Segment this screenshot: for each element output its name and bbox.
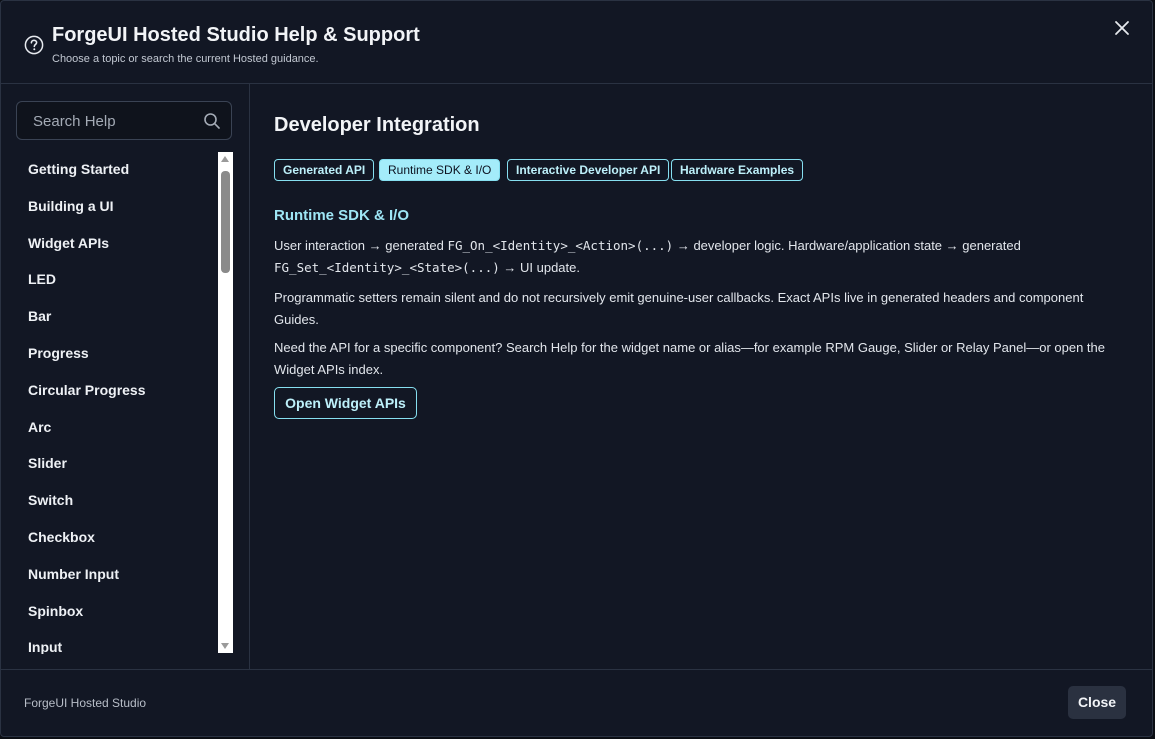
help-content: Developer Integration Generated API Runt… [250, 84, 1152, 669]
sidebar-item-circular-progress[interactable]: Circular Progress [28, 382, 146, 398]
dialog-subtitle: Choose a topic or search the current Hos… [52, 53, 319, 65]
paragraph-search-hint: Need the API for a specific component? S… [274, 340, 1105, 377]
sidebar-item-checkbox[interactable]: Checkbox [28, 529, 95, 545]
sidebar-item-led[interactable]: LED [28, 271, 56, 287]
open-widget-apis-button[interactable]: Open Widget APIs [274, 387, 417, 419]
dialog-header: ForgeUI Hosted Studio Help & Support Cho… [1, 1, 1152, 84]
help-dialog: ForgeUI Hosted Studio Help & Support Cho… [0, 0, 1153, 737]
topic-list: Getting Started Building a UI Widget API… [1, 151, 218, 654]
topic-list-scrollbar[interactable] [218, 152, 233, 653]
tab-generated-api[interactable]: Generated API [274, 159, 375, 181]
tab-runtime-sdk-io[interactable]: Runtime SDK & I/O [379, 159, 501, 181]
sidebar-item-spinbox[interactable]: Spinbox [28, 603, 83, 619]
sidebar-item-arc[interactable]: Arc [28, 419, 51, 435]
dialog-footer: ForgeUI Hosted Studio Close [1, 669, 1152, 738]
sidebar-item-number-input[interactable]: Number Input [28, 566, 119, 582]
close-button[interactable]: Close [1068, 686, 1126, 719]
paragraph-setters: Programmatic setters remain silent and d… [274, 290, 1084, 327]
sidebar-item-input[interactable]: Input [28, 639, 62, 654]
sidebar-item-progress[interactable]: Progress [28, 345, 89, 361]
sidebar-item-building-a-ui[interactable]: Building a UI [28, 198, 114, 214]
search-input[interactable] [17, 102, 215, 141]
sidebar-item-switch[interactable]: Switch [28, 492, 73, 508]
footer-label: ForgeUI Hosted Studio [24, 696, 147, 710]
search-box [16, 101, 232, 141]
text: User interaction → generated [274, 238, 448, 253]
code-callback: FG_On_<Identity>_<Action>(...) [447, 238, 674, 253]
scroll-up-arrow-icon[interactable] [221, 156, 229, 162]
paragraph-interaction-flow: User interaction → generated FG_On_<Iden… [274, 235, 1114, 279]
tab-interactive-developer-api[interactable]: Interactive Developer API [507, 159, 670, 181]
sidebar-item-getting-started[interactable]: Getting Started [28, 161, 129, 177]
text: → UI update. [499, 260, 580, 275]
page-title: Developer Integration [274, 114, 480, 136]
code-setter: FG_Set_<Identity>_<State>(...) [274, 260, 500, 275]
help-circle-icon [24, 35, 44, 55]
scroll-thumb[interactable] [221, 171, 230, 273]
help-sidebar: Getting Started Building a UI Widget API… [1, 84, 250, 669]
dialog-title: ForgeUI Hosted Studio Help & Support [52, 24, 420, 46]
tab-hardware-examples[interactable]: Hardware Examples [671, 159, 804, 181]
section-heading: Runtime SDK & I/O [274, 207, 410, 224]
search-icon[interactable] [203, 112, 221, 130]
scroll-down-arrow-icon[interactable] [221, 643, 229, 649]
sidebar-item-slider[interactable]: Slider [28, 455, 67, 471]
close-icon[interactable] [1112, 18, 1132, 38]
text: → developer logic. Hardware/application … [673, 238, 1021, 253]
sidebar-item-widget-apis[interactable]: Widget APIs [28, 235, 109, 251]
sidebar-item-bar[interactable]: Bar [28, 308, 51, 324]
